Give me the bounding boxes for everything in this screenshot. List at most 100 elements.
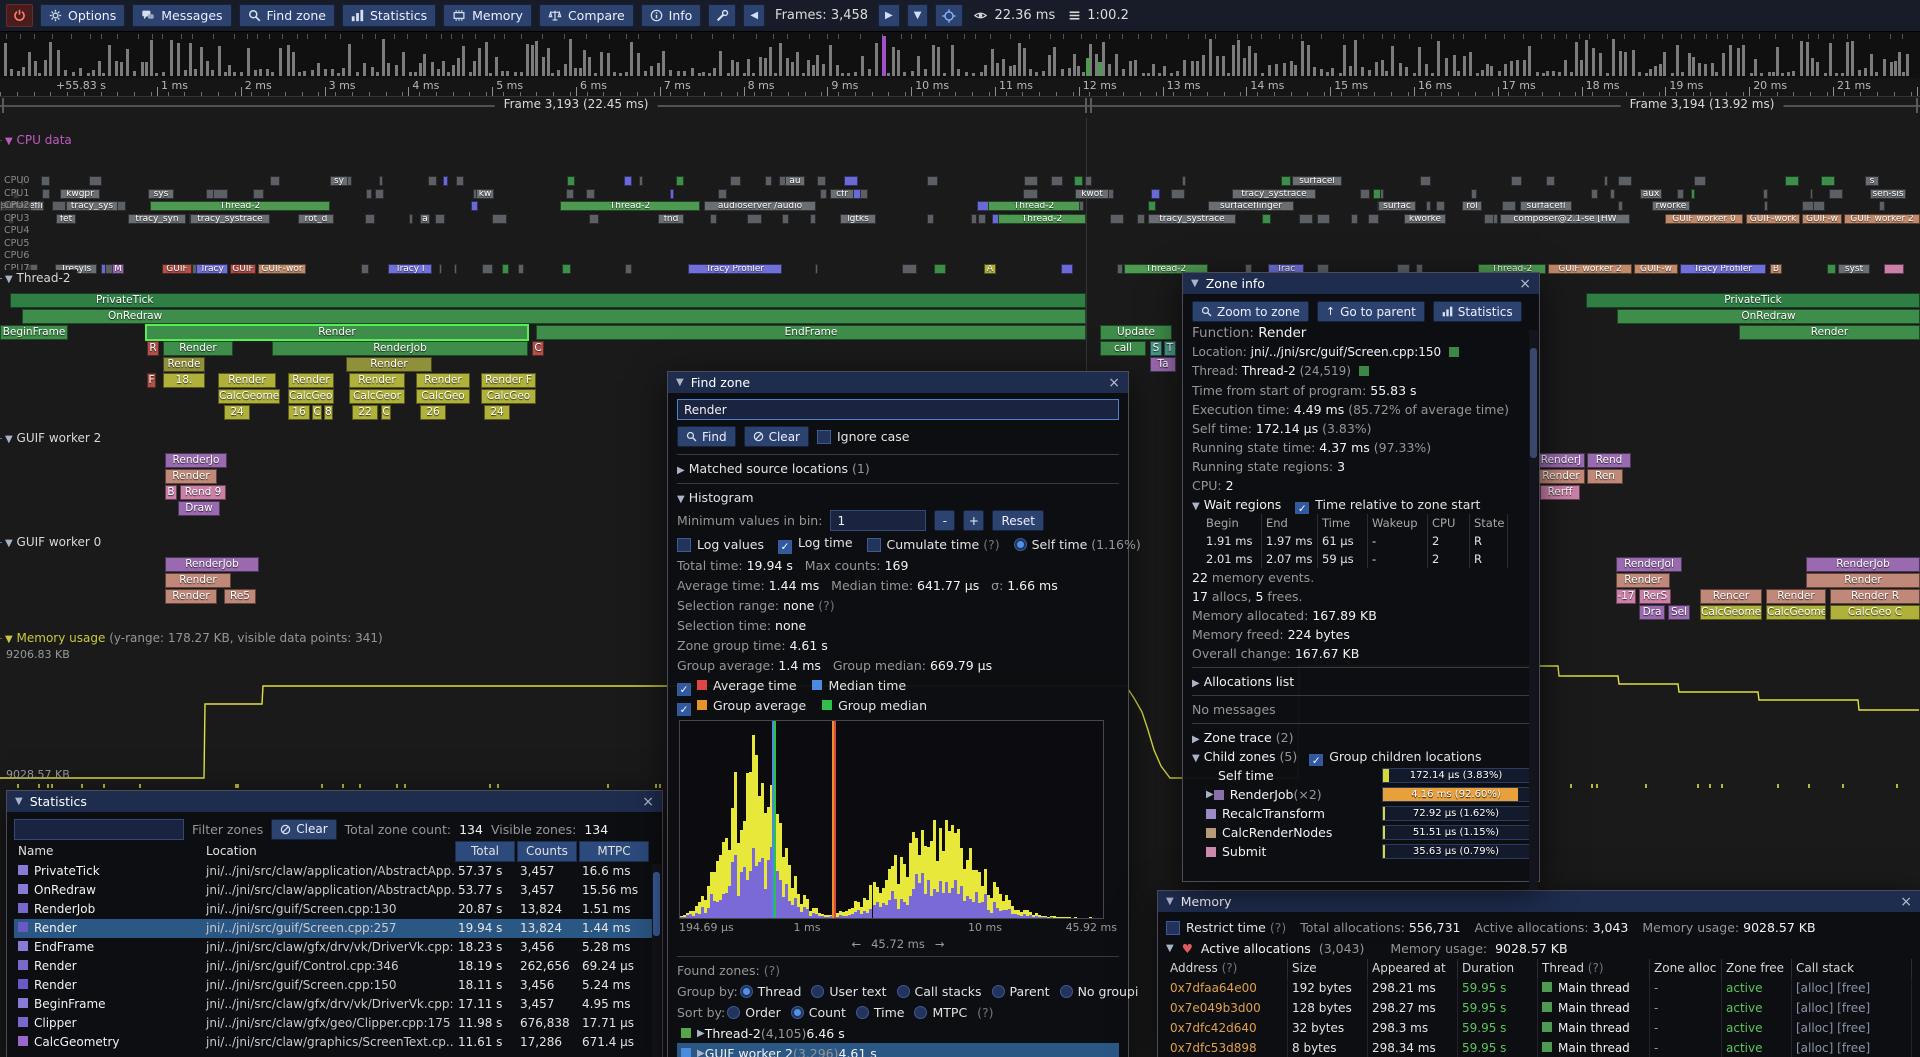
cpu-noise-zone[interactable] (1420, 176, 1431, 186)
child-zone-row[interactable]: CalcRenderNodes51.51 µs (1.15%) (1192, 823, 1530, 842)
cpu-noise-zone[interactable] (435, 214, 445, 224)
cpu-data-header[interactable]: ▼ CPU data (0, 132, 1920, 148)
column-header[interactable]: Call stack (1792, 959, 1912, 978)
cpu-noise-zone[interactable] (670, 189, 674, 199)
collapse-icon[interactable]: ▼ (677, 494, 685, 505)
cpu-zone[interactable]: tracy_systrace (1148, 214, 1236, 224)
cpu-noise-zone[interactable] (1436, 201, 1445, 211)
cpu-zone[interactable]: tracy_systrace (1232, 189, 1316, 199)
timeline-zone[interactable]: 8 (324, 405, 333, 420)
child-zone-row[interactable]: Submit35.63 µs (0.79%) (1192, 842, 1530, 861)
cpu-noise-zone[interactable] (765, 176, 772, 186)
help-icon[interactable]: (?) (764, 963, 780, 978)
frame-label-right[interactable]: Frame 3,194 (13.92 ms) (1621, 97, 1784, 111)
cpu-noise-zone[interactable] (409, 214, 413, 224)
cpu-noise-zone[interactable] (1610, 189, 1615, 199)
clear-button[interactable]: Clear (744, 426, 809, 447)
timeline-zone[interactable]: RenderJob (272, 341, 528, 356)
cpu-noise-zone[interactable] (253, 189, 264, 199)
child-zones-toggle[interactable]: ▼ Child zones (5) ✓Group children locati… (1192, 747, 1530, 766)
timeline-zone[interactable]: RenderJo (165, 453, 227, 468)
zone-statistics-button[interactable]: Statistics (1433, 301, 1522, 322)
cpu-zone[interactable]: sy (330, 176, 348, 186)
cpu-noise-zone[interactable] (927, 176, 938, 186)
cpu-noise-zone[interactable] (1764, 201, 1768, 211)
cpu-noise-zone[interactable] (375, 189, 384, 199)
cpu-zone[interactable]: Thread-2 (150, 201, 330, 211)
timeline-zone[interactable]: Render (1766, 589, 1826, 604)
timeline-zone[interactable]: Re5 (224, 589, 256, 604)
timeline-zone[interactable]: Render (1739, 325, 1920, 340)
timeline-zone[interactable]: Ren (1587, 469, 1623, 484)
cpu-noise-zone[interactable] (820, 189, 827, 199)
wait-regions-toggle[interactable]: ▼ Wait regions ✓Time relative to zone st… (1192, 495, 1530, 514)
timeline-zone[interactable]: B (165, 485, 177, 500)
cpu-noise-zone[interactable] (492, 214, 507, 224)
timeline-zone[interactable]: Dra (1639, 605, 1665, 620)
cpu-noise-zone[interactable] (1426, 201, 1431, 211)
group-by-option-user-text[interactable]: User text (811, 984, 886, 999)
cpu-noise-zone[interactable] (1471, 189, 1477, 199)
log-time-checkbox[interactable]: ✓Log time (778, 535, 853, 554)
cpu-zone[interactable]: surfacefl (1520, 201, 1572, 211)
timeline-zone[interactable]: Render (165, 469, 217, 484)
ignore-case-checkbox[interactable]: Ignore case (817, 429, 909, 444)
timeline-zone[interactable]: RenderJol (1616, 557, 1682, 572)
cpu-noise-zone[interactable] (971, 214, 977, 224)
cpu-noise-zone[interactable] (639, 176, 643, 186)
timeline-zone[interactable]: Render (146, 325, 528, 340)
table-row[interactable]: BeginFramejni/../jni/src/claw/gfx/drv/vk… (14, 995, 655, 1014)
cpu-noise-zone[interactable] (1299, 214, 1313, 224)
frame-bar[interactable]: Frame 3,193 (22.45 ms) Frame 3,194 (13.9… (0, 96, 1920, 116)
cpu-noise-zone[interactable] (1763, 189, 1768, 199)
cpu-zone[interactable]: cfr (830, 189, 854, 199)
cpu-noise-zone[interactable] (1317, 214, 1330, 224)
info-button[interactable]: Info (641, 4, 702, 27)
find-zone-titlebar[interactable]: ▼ Find zone × (668, 372, 1128, 393)
timeline-zone[interactable]: C (381, 405, 391, 420)
timeline-zone[interactable]: Render (288, 373, 334, 388)
cpu-noise-zone[interactable] (730, 176, 741, 186)
timeline-zone[interactable]: 26 (420, 405, 446, 420)
cpu-noise-zone[interactable] (52, 201, 66, 211)
timeline-zone[interactable]: RerS (1639, 589, 1671, 604)
timeline-zone[interactable]: Draw (178, 501, 220, 516)
cpu-noise-zone[interactable] (1351, 214, 1358, 224)
zone-info-scrollbar[interactable] (1529, 330, 1538, 890)
messages-button[interactable]: Messages (132, 4, 231, 27)
column-header[interactable]: Size (1288, 959, 1368, 978)
cpu-zone[interactable]: tracy_syn (128, 214, 186, 224)
timeline-zone[interactable]: Render (218, 373, 276, 388)
cpu-noise-zone[interactable] (1785, 176, 1799, 186)
cpu-zone[interactable]: fnd (658, 214, 684, 224)
cpu-zone[interactable]: Thread-2 (560, 201, 700, 211)
checkbox-icon[interactable]: ✓ (1295, 502, 1309, 514)
collapse-icon[interactable]: ▼ (1166, 896, 1174, 907)
cpu-noise-zone[interactable] (718, 189, 727, 199)
cpu-noise-zone[interactable] (213, 189, 228, 199)
filter-zones-input[interactable] (14, 819, 184, 840)
sort-by-option-mtpc[interactable]: MTPC (914, 1005, 967, 1020)
cpu-noise-zone[interactable] (379, 176, 383, 186)
time-ruler[interactable]: +55.83 s1 ms2 ms3 ms4 ms5 ms6 ms7 ms8 ms… (0, 78, 1920, 97)
cpu-noise-zone[interactable] (586, 189, 595, 199)
timeline-zone[interactable]: Ta (1150, 357, 1176, 372)
timeline-zone[interactable]: BeginFrame (0, 325, 68, 340)
log-values-checkbox[interactable]: Log values (677, 537, 764, 552)
cpu-noise-zone[interactable] (1023, 189, 1038, 199)
column-header[interactable]: Zone alloc (1650, 959, 1722, 978)
cpu-zone[interactable]: GUIF-work (1746, 214, 1800, 224)
cpu-noise-zone[interactable] (89, 176, 102, 186)
found-zone-group[interactable]: ▶ GUIF worker 2 (3,296) 4.61 s (677, 1043, 1119, 1057)
zone-info-titlebar[interactable]: ▼ Zone info × (1183, 273, 1539, 294)
timeline-zone[interactable]: OnRedraw (1617, 309, 1920, 324)
cpu-noise-zone[interactable] (366, 189, 372, 199)
allocation-row[interactable]: 0x7dfc53d8988 bytes298.34 ms59.95 sMain … (1166, 1038, 1912, 1057)
timeline-zone[interactable]: Render R (1830, 589, 1920, 604)
cpu-noise-zone[interactable] (1618, 201, 1623, 211)
timeline-zone[interactable]: 24 (484, 405, 510, 420)
close-icon[interactable]: × (642, 795, 654, 809)
timeline-zone[interactable]: Render (1616, 573, 1670, 588)
cpu-noise-zone[interactable] (567, 176, 575, 186)
wait-region-row[interactable]: 2.01 ms2.07 ms59 µs-2R (1202, 550, 1530, 568)
